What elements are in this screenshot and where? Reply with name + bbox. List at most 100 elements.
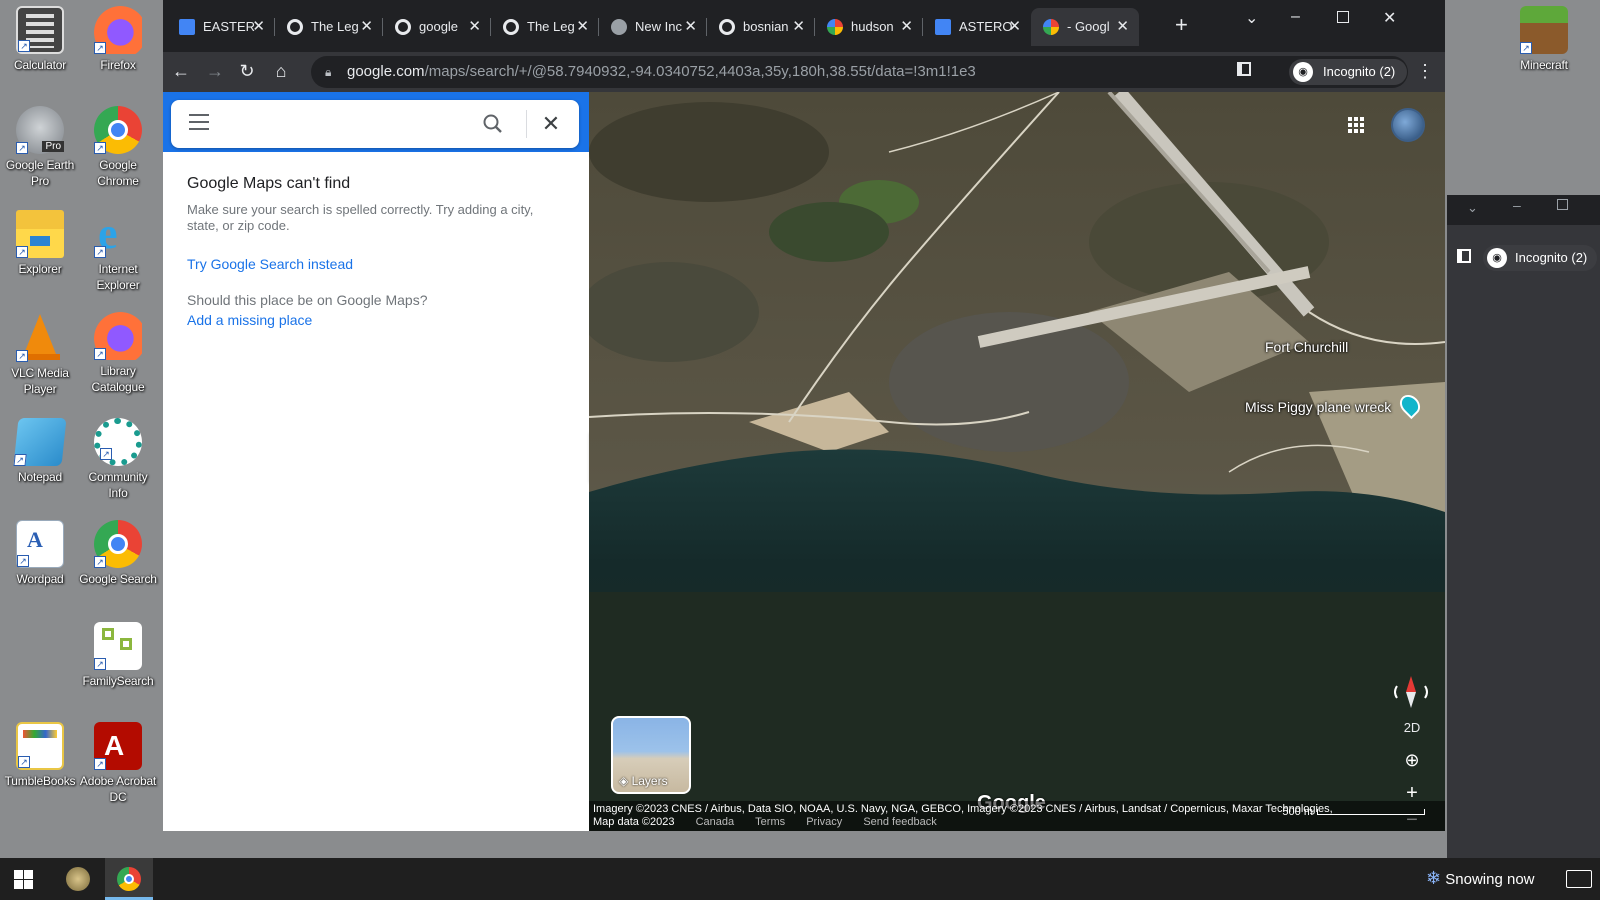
snowflake-icon: ❄	[1426, 868, 1442, 888]
search-input[interactable]	[221, 108, 471, 140]
tab-google-maps-active[interactable]: - Googl ✕	[1031, 8, 1139, 46]
tab-new-incognito[interactable]: New Inc ✕	[599, 8, 707, 46]
footer-link-canada[interactable]: Canada	[696, 816, 735, 828]
desktop-icon-label: VLC Media Player	[11, 366, 69, 396]
desktop-icon-label: Firefox	[100, 58, 136, 72]
desktop-icon-community-info[interactable]: ↗ Community Info	[78, 418, 158, 501]
desktop-icon-google-chrome[interactable]: ↗ Google Chrome	[78, 106, 158, 189]
background-browser-window[interactable]: ⌄ – ◉ Incognito (2)	[1447, 195, 1600, 858]
new-tab-plus-icon[interactable]: +	[1175, 14, 1188, 36]
side-panel-icon[interactable]	[1237, 62, 1251, 76]
close-window-icon[interactable]: ✕	[1383, 8, 1396, 28]
close-tab-icon[interactable]: ✕	[360, 8, 373, 46]
tab-google[interactable]: google ✕	[383, 8, 491, 46]
close-tab-icon[interactable]: ✕	[1116, 8, 1129, 46]
add-missing-place-link[interactable]: Add a missing place	[187, 312, 565, 328]
desktop-icon-adobe-acrobat[interactable]: A ↗ Adobe Acrobat DC	[78, 722, 158, 805]
weather-widget[interactable]: ❄ Snowing now	[1426, 868, 1535, 889]
url-path: /maps/search/+/@58.7940932,-94.0340752,4…	[424, 63, 976, 80]
desktop-icon-label: Explorer	[18, 262, 62, 276]
close-tab-icon[interactable]: ✕	[900, 8, 913, 46]
layers-button[interactable]: ◈ Layers	[611, 716, 691, 794]
tab-the-leg-2[interactable]: The Leg ✕	[491, 8, 599, 46]
desktop-icon-google-earth-pro[interactable]: Pro ↗ Google Earth Pro	[0, 106, 80, 189]
account-avatar[interactable]	[1391, 108, 1425, 142]
minimize-icon[interactable]: –	[1513, 197, 1521, 213]
tab-search-chevron-icon[interactable]: ⌄	[1467, 200, 1478, 216]
forward-arrow-icon[interactable]: →	[203, 60, 227, 82]
minimize-icon[interactable]: –	[1291, 8, 1300, 26]
tab-bosnian[interactable]: bosnian ✕	[707, 8, 815, 46]
not-found-title: Google Maps can't find	[187, 175, 351, 192]
footer-link-privacy[interactable]: Privacy	[806, 816, 842, 828]
pro-badge: Pro	[42, 141, 64, 152]
incognito-indicator[interactable]: ◉ Incognito (2)	[1483, 245, 1598, 271]
compass-icon[interactable]	[1391, 672, 1431, 712]
home-icon[interactable]: ⌂	[269, 60, 293, 82]
reload-icon[interactable]: ↻	[235, 60, 259, 82]
desktop-icon-wordpad[interactable]: A ↗ Wordpad	[0, 520, 80, 587]
tumblebooks-icon: ↗	[16, 722, 64, 770]
clear-search-close-icon[interactable]: ✕	[537, 110, 565, 138]
my-location-icon[interactable]: ⊕	[1397, 750, 1427, 771]
footer-link-send-feedback[interactable]: Send feedback	[863, 816, 936, 828]
taskbar-app-chrome[interactable]	[105, 858, 153, 900]
lock-icon: 🔒︎	[325, 65, 332, 79]
maximize-icon[interactable]	[1557, 199, 1568, 210]
acrobat-icon: A ↗	[94, 722, 142, 770]
desktop-icon-label: Google Earth Pro	[5, 158, 75, 188]
touch-keyboard-icon[interactable]	[1566, 870, 1592, 888]
search-header: ✕	[163, 92, 589, 152]
desktop-icon-google-search[interactable]: ↗ Google Search	[78, 520, 158, 587]
taskbar-app-tools[interactable]	[54, 858, 102, 900]
url-host: google.com	[347, 63, 425, 80]
desktop-icon-vlc[interactable]: ↗ VLC Media Player	[0, 312, 80, 397]
chrome-icon: ↗	[94, 520, 142, 568]
page-content: ✕ Google Maps can't find Make sure your …	[163, 92, 1445, 831]
desktop-icon-label: Calculator	[13, 58, 67, 72]
close-tab-icon[interactable]: ✕	[684, 8, 697, 46]
close-tab-icon[interactable]: ✕	[1008, 8, 1021, 46]
map-label-miss-piggy-wreck[interactable]: Miss Piggy plane wreck	[1245, 399, 1391, 415]
desktop-icon-firefox[interactable]: ↗ Firefox	[78, 6, 158, 73]
close-tab-icon[interactable]: ✕	[576, 8, 589, 46]
side-panel-icon[interactable]	[1457, 249, 1471, 263]
missing-place-question: Should this place be on Google Maps?	[187, 292, 428, 308]
folder-icon: ↗	[16, 210, 64, 258]
incognito-indicator[interactable]: ◉ Incognito (2)	[1289, 59, 1408, 85]
desktop-icon-explorer[interactable]: ↗ Explorer	[0, 210, 80, 277]
close-tab-icon[interactable]: ✕	[252, 8, 265, 46]
desktop-icon-familysearch[interactable]: ↗ FamilySearch	[78, 622, 158, 689]
desktop-icon-calculator[interactable]: ↗ Calculator	[0, 6, 80, 73]
close-tab-icon[interactable]: ✕	[792, 8, 805, 46]
toggle-2d-button[interactable]: 2D	[1397, 720, 1427, 735]
tab-search-chevron-icon[interactable]: ⌄	[1245, 8, 1258, 28]
divider	[526, 110, 527, 138]
tab-asteroid[interactable]: ASTERO ✕	[923, 8, 1031, 46]
desktop-icon-internet-explorer[interactable]: e ↗ Internet Explorer	[78, 210, 158, 293]
desktop-icon-tumblebooks[interactable]: ↗ TumbleBooks	[0, 722, 80, 789]
close-tab-icon[interactable]: ✕	[468, 8, 481, 46]
google-apps-grid-icon[interactable]	[1347, 116, 1365, 134]
try-google-search-link[interactable]: Try Google Search instead	[187, 256, 565, 272]
docs-icon	[179, 19, 195, 35]
windows-start-icon[interactable]	[14, 870, 34, 890]
tab-the-leg-1[interactable]: The Leg ✕	[275, 8, 383, 46]
maximize-icon[interactable]	[1337, 11, 1349, 23]
tab-strip: EASTER ✕ The Leg ✕ google ✕ The Leg ✕ Ne…	[163, 0, 1445, 52]
desktop-icon-label: FamilySearch	[82, 674, 154, 688]
satellite-map-view[interactable]: Fort Churchill Miss Piggy plane wreck 2D…	[589, 92, 1445, 831]
desktop-icon-notepad[interactable]: ↗ Notepad	[0, 418, 80, 485]
map-scale[interactable]: 500 m	[1282, 806, 1425, 819]
tab-easter[interactable]: EASTER ✕	[167, 8, 275, 46]
desktop-icon-library-catalogue[interactable]: ↗ Library Catalogue	[78, 312, 158, 395]
hamburger-menu-icon[interactable]	[189, 114, 209, 132]
kebab-menu-icon[interactable]: ⋮	[1413, 60, 1437, 82]
desktop-icon-minecraft[interactable]: ↗ Minecraft	[1504, 6, 1584, 73]
tab-label: New Inc	[635, 19, 682, 34]
tab-hudson[interactable]: hudson ✕	[815, 8, 923, 46]
footer-link-terms[interactable]: Terms	[755, 816, 785, 828]
search-icon[interactable]	[479, 110, 507, 138]
map-label-fort-churchill[interactable]: Fort Churchill	[1265, 339, 1348, 355]
back-arrow-icon[interactable]: ←	[169, 60, 193, 82]
